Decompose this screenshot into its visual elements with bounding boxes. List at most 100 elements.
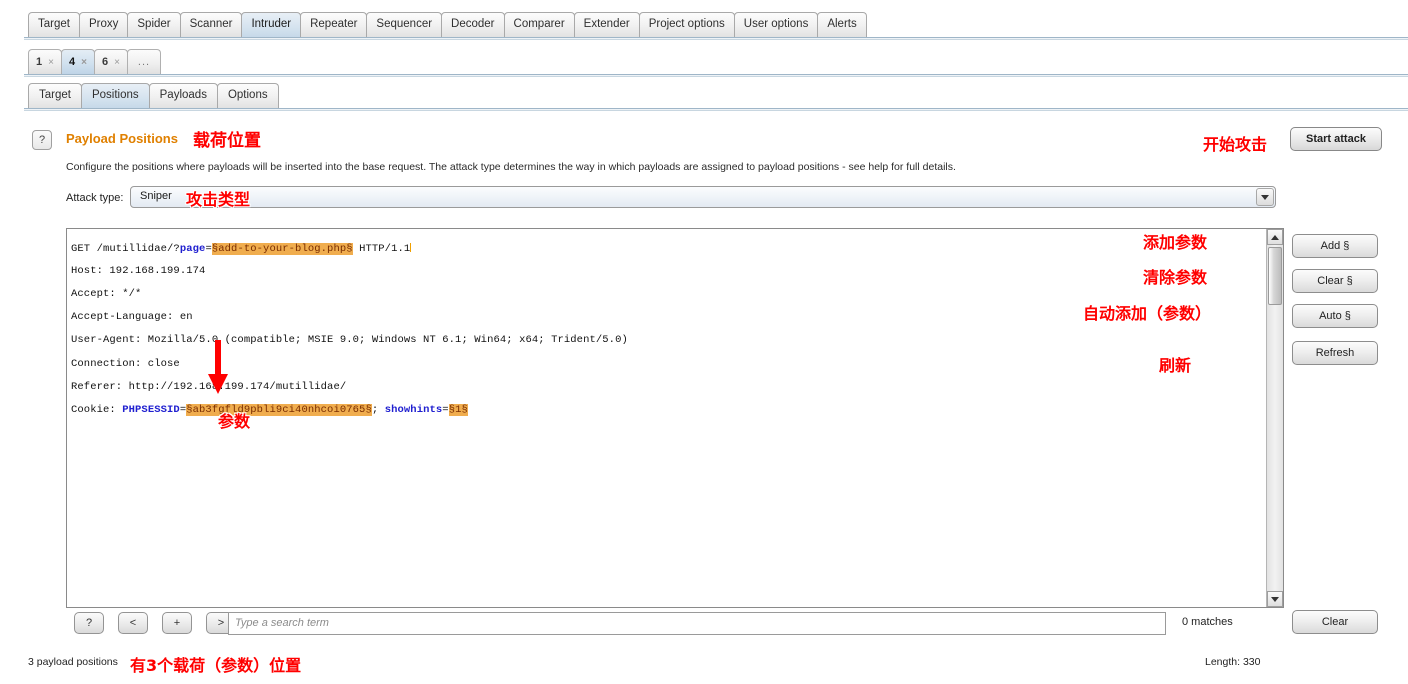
clear-search-button[interactable]: Clear <box>1292 610 1378 634</box>
sub-tab-payloads[interactable]: Payloads <box>148 83 218 108</box>
main-tab-bar: Target Proxy Spider Scanner Intruder Rep… <box>0 12 1408 40</box>
text-caret <box>410 242 412 252</box>
arrow-head <box>208 374 228 394</box>
instance-tab-6[interactable]: 6 × <box>93 49 128 74</box>
tab-label: Spider <box>137 18 171 30</box>
tab-decoder[interactable]: Decoder <box>441 12 505 37</box>
scrollbar-thumb[interactable] <box>1268 247 1282 305</box>
close-icon[interactable]: × <box>48 51 54 74</box>
tab-comparer[interactable]: Comparer <box>503 12 575 37</box>
refresh-button[interactable]: Refresh <box>1292 341 1378 365</box>
annotation-refresh: 刷新 <box>1159 356 1192 375</box>
tab-label: Scanner <box>189 18 233 30</box>
tab-repeater[interactable]: Repeater <box>300 12 368 37</box>
search-prev-button[interactable]: < <box>118 612 148 634</box>
sub-tab-label: Options <box>227 89 268 101</box>
tab-label: Target <box>38 18 70 30</box>
tab-label: Sequencer <box>376 18 433 30</box>
annotation-payload-positions-count: 有3个载荷（参数）位置 <box>130 656 302 675</box>
instance-tabs: 1 × 4 × 6 × ... <box>28 49 162 74</box>
scroll-up-icon[interactable] <box>1267 229 1283 245</box>
cookie-key-phpsessid: PHPSESSID <box>122 403 180 416</box>
search-help-button[interactable]: ? <box>74 612 104 634</box>
search-add-button[interactable]: + <box>162 612 192 634</box>
annotation-clear-param: 清除参数 <box>1143 268 1208 287</box>
request-line-1: GET /mutillidae/?page=§add-to-your-blog.… <box>71 242 1261 255</box>
payload-marker-2[interactable]: §ab3fgfld9pbli9ci40nhcoi0765§ <box>186 403 372 416</box>
tab-bar-rule <box>24 37 1408 40</box>
tab-user-options[interactable]: User options <box>733 12 819 37</box>
annotation-auto-param: 自动添加（参数） <box>1083 304 1212 323</box>
instance-tab-1[interactable]: 1 × <box>28 49 62 74</box>
cookie-separator: ; <box>371 403 385 416</box>
tab-label: Decoder <box>451 18 495 30</box>
attack-type-label: Attack type: <box>66 192 124 204</box>
annotation-attack-type: 攻击类型 <box>186 190 251 209</box>
tab-label: Extender <box>583 18 630 30</box>
tab-alerts[interactable]: Alerts <box>817 12 867 37</box>
close-icon[interactable]: × <box>114 51 120 74</box>
tab-sequencer[interactable]: Sequencer <box>366 12 443 37</box>
scroll-down-icon[interactable] <box>1267 591 1283 607</box>
sub-tab-rule <box>24 108 1408 111</box>
close-icon[interactable]: × <box>81 51 87 74</box>
sub-tab-options[interactable]: Options <box>216 83 279 108</box>
main-tabs: Target Proxy Spider Scanner Intruder Rep… <box>28 12 867 37</box>
attack-type-select[interactable]: Sniper <box>130 186 1276 208</box>
request-line1-eq: = <box>205 242 212 255</box>
annotation-add-param: 添加参数 <box>1143 233 1208 252</box>
add-payload-marker-button[interactable]: Add § <box>1292 234 1378 258</box>
tab-label: Comparer <box>513 18 565 30</box>
scrollbar-track[interactable] <box>1267 245 1283 591</box>
arrow-shaft <box>215 340 221 378</box>
sub-tab-target[interactable]: Target <box>28 83 82 108</box>
tab-proxy[interactable]: Proxy <box>78 12 129 37</box>
request-line-5: User-Agent: Mozilla/5.0 (compatible; MSI… <box>71 334 628 347</box>
page-title: Payload Positions <box>66 131 178 146</box>
payload-position-count: 3 payload positions <box>28 656 118 668</box>
instance-tab-label: 4 <box>68 55 76 68</box>
annotation-payload-positions: 载荷位置 <box>193 131 261 151</box>
instance-tab-bar: 1 × 4 × 6 × ... <box>0 48 1408 77</box>
request-length: Length: 330 <box>1205 656 1261 668</box>
cookie-key-showhints: showhints <box>384 403 443 416</box>
tab-extender[interactable]: Extender <box>573 12 640 37</box>
tab-label: Proxy <box>88 18 119 30</box>
request-line-6: Connection: close <box>71 357 180 370</box>
sub-tab-label: Positions <box>91 89 139 101</box>
instance-tab-label: ... <box>137 55 151 68</box>
tab-label: User options <box>743 18 809 30</box>
tab-intruder[interactable]: Intruder <box>241 12 302 37</box>
tab-label: Project options <box>648 18 725 30</box>
tab-scanner[interactable]: Scanner <box>179 12 243 37</box>
auto-payload-markers-button[interactable]: Auto § <box>1292 304 1378 328</box>
payload-marker-1[interactable]: §add-to-your-blog.php§ <box>211 242 353 255</box>
instance-tab-more[interactable]: ... <box>126 49 162 74</box>
annotation-start-attack: 开始攻击 <box>1203 135 1268 154</box>
instance-tab-rule <box>24 74 1408 77</box>
tab-spider[interactable]: Spider <box>127 12 181 37</box>
clear-payload-markers-button[interactable]: Clear § <box>1292 269 1378 293</box>
intruder-sub-tabs: Target Positions Payloads Options <box>28 83 279 108</box>
cookie-prefix: Cookie: <box>71 403 123 416</box>
tab-label: Intruder <box>251 18 292 30</box>
request-vertical-scrollbar[interactable] <box>1266 229 1283 607</box>
start-attack-button[interactable]: Start attack <box>1290 127 1382 151</box>
request-line-2: Host: 192.168.199.174 <box>71 264 206 277</box>
instance-tab-4[interactable]: 4 × <box>60 49 95 74</box>
payload-marker-3[interactable]: §1§ <box>448 403 468 416</box>
sub-tab-positions[interactable]: Positions <box>80 83 150 108</box>
sub-tab-label: Target <box>39 89 71 101</box>
tab-project-options[interactable]: Project options <box>638 12 735 37</box>
instance-tab-label: 1 <box>36 55 43 68</box>
cookie-eq-2: = <box>442 403 449 416</box>
chevron-down-icon[interactable] <box>1256 188 1274 206</box>
attack-type-value: Sniper <box>140 190 172 202</box>
search-input[interactable]: Type a search term <box>228 612 1166 635</box>
search-placeholder: Type a search term <box>235 617 329 629</box>
tab-target[interactable]: Target <box>28 12 80 37</box>
help-icon[interactable]: ? <box>32 130 52 150</box>
match-count: 0 matches <box>1182 616 1233 628</box>
tab-label: Repeater <box>310 18 358 30</box>
burp-suite-window: Target Proxy Spider Scanner Intruder Rep… <box>0 0 1408 684</box>
